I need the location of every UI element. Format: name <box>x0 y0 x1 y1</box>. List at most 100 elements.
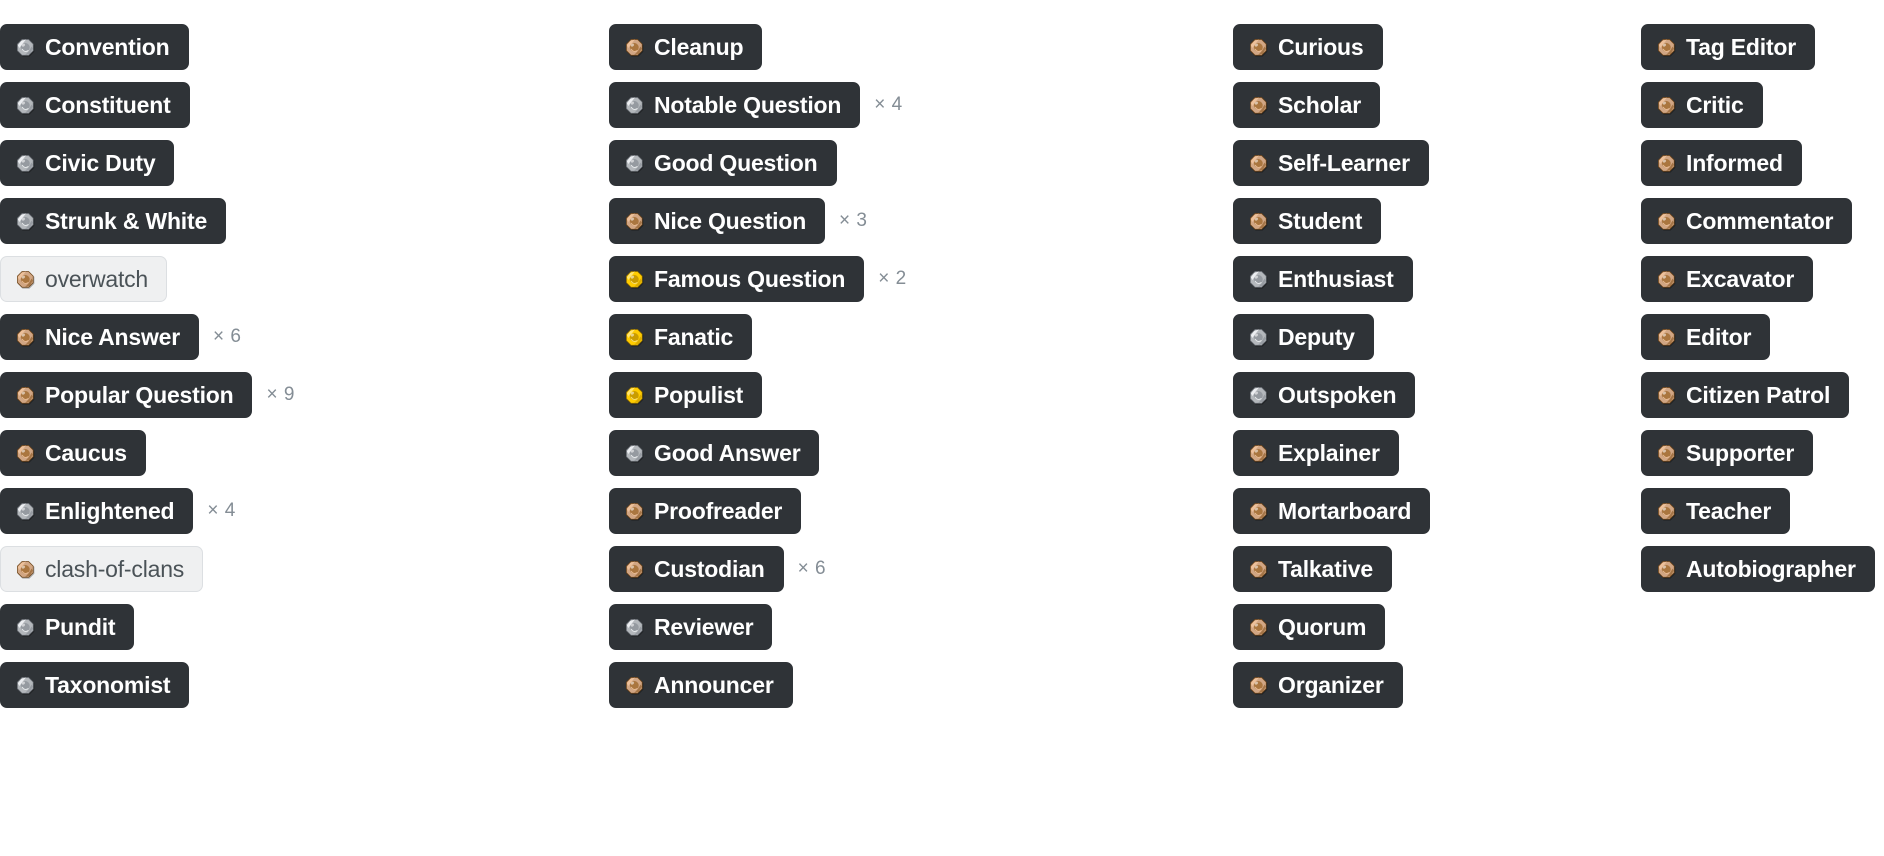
silver-medal-icon <box>624 617 645 638</box>
badge-label: Famous Question <box>654 265 846 292</box>
badge-reviewer[interactable]: Reviewer <box>609 604 773 650</box>
badge-clash-of-clans[interactable]: clash-of-clans <box>0 546 204 592</box>
badge-tag-editor[interactable]: Tag Editor <box>1641 24 1816 70</box>
bronze-medal-icon <box>1656 211 1677 232</box>
badge-good-answer[interactable]: Good Answer <box>609 430 820 476</box>
bronze-medal-icon <box>1248 95 1269 116</box>
badge-row: Caucus <box>0 430 295 476</box>
badge-informed[interactable]: Informed <box>1641 140 1802 186</box>
bronze-medal-icon <box>1248 153 1269 174</box>
badge-row: Good Question <box>609 140 907 186</box>
column-1: Convention Constituent Civic Duty Strunk & … <box>0 24 295 708</box>
badge-nice-question[interactable]: Nice Question <box>609 198 826 244</box>
badge-label: Critic <box>1686 91 1744 118</box>
badge-caucus[interactable]: Caucus <box>0 430 146 476</box>
badge-label: Excavator <box>1686 265 1795 292</box>
silver-medal-icon <box>1248 385 1269 406</box>
badge-mortarboard[interactable]: Mortarboard <box>1233 488 1431 534</box>
badge-constituent[interactable]: Constituent <box>0 82 190 128</box>
badge-populist[interactable]: Populist <box>609 372 763 418</box>
badge-row: Populist <box>609 372 907 418</box>
badge-row: Nice Answer × 6 <box>0 314 295 360</box>
badge-student[interactable]: Student <box>1233 198 1382 244</box>
badge-row: Taxonomist <box>0 662 295 708</box>
badge-outspoken[interactable]: Outspoken <box>1233 372 1416 418</box>
badge-row: Announcer <box>609 662 907 708</box>
badge-label: Quorum <box>1278 613 1367 640</box>
badge-talkative[interactable]: Talkative <box>1233 546 1392 592</box>
badge-label: Announcer <box>654 671 774 698</box>
badge-deputy[interactable]: Deputy <box>1233 314 1374 360</box>
badge-strunk-white[interactable]: Strunk & White <box>0 198 227 244</box>
badge-row: Good Answer <box>609 430 907 476</box>
badge-label: Nice Question <box>654 207 807 234</box>
badge-self-learner[interactable]: Self-Learner <box>1233 140 1429 186</box>
badge-label: Popular Question <box>45 381 234 408</box>
badge-count-multiplier: × 9 <box>266 384 295 405</box>
badge-row: Strunk & White <box>0 198 295 244</box>
badge-curious[interactable]: Curious <box>1233 24 1383 70</box>
badge-civic-duty[interactable]: Civic Duty <box>0 140 175 186</box>
bronze-medal-icon <box>15 385 36 406</box>
badge-row: Proofreader <box>609 488 907 534</box>
badge-announcer[interactable]: Announcer <box>609 662 793 708</box>
badge-notable-question[interactable]: Notable Question <box>609 82 861 128</box>
badge-explainer[interactable]: Explainer <box>1233 430 1399 476</box>
badge-pundit[interactable]: Pundit <box>0 604 135 650</box>
badge-nice-answer[interactable]: Nice Answer <box>0 314 200 360</box>
silver-medal-icon <box>15 211 36 232</box>
badge-row: Popular Question × 9 <box>0 372 295 418</box>
bronze-medal-icon <box>1656 501 1677 522</box>
silver-medal-icon <box>15 501 36 522</box>
badge-convention[interactable]: Convention <box>0 24 189 70</box>
badge-proofreader[interactable]: Proofreader <box>609 488 802 534</box>
badge-count-multiplier: × 2 <box>878 268 907 289</box>
badge-label: Nice Answer <box>45 323 181 350</box>
silver-medal-icon <box>1248 327 1269 348</box>
badge-good-question[interactable]: Good Question <box>609 140 837 186</box>
badge-excavator[interactable]: Excavator <box>1641 256 1814 302</box>
badge-row: Convention <box>0 24 295 70</box>
badge-label: Scholar <box>1278 91 1361 118</box>
badge-overwatch[interactable]: overwatch <box>0 256 168 302</box>
bronze-medal-icon <box>1248 501 1269 522</box>
badge-taxonomist[interactable]: Taxonomist <box>0 662 190 708</box>
badge-cleanup[interactable]: Cleanup <box>609 24 763 70</box>
badge-citizen-patrol[interactable]: Citizen Patrol <box>1641 372 1850 418</box>
badge-label: Good Answer <box>654 439 801 466</box>
badge-organizer[interactable]: Organizer <box>1233 662 1403 708</box>
badge-enlightened[interactable]: Enlightened <box>0 488 194 534</box>
bronze-medal-icon <box>1248 559 1269 580</box>
badge-autobiographer[interactable]: Autobiographer <box>1641 546 1875 592</box>
silver-medal-icon <box>624 153 645 174</box>
badge-quorum[interactable]: Quorum <box>1233 604 1386 650</box>
badge-popular-question[interactable]: Popular Question <box>0 372 253 418</box>
badge-label: Explainer <box>1278 439 1380 466</box>
bronze-medal-icon <box>1656 327 1677 348</box>
badge-label: Supporter <box>1686 439 1795 466</box>
badge-commentator[interactable]: Commentator <box>1641 198 1853 244</box>
badge-row: Autobiographer <box>1641 546 1875 592</box>
badge-enthusiast[interactable]: Enthusiast <box>1233 256 1413 302</box>
gold-medal-icon <box>624 269 645 290</box>
bronze-medal-icon <box>1656 95 1677 116</box>
badge-famous-question[interactable]: Famous Question <box>609 256 865 302</box>
bronze-medal-icon <box>1656 37 1677 58</box>
badge-teacher[interactable]: Teacher <box>1641 488 1791 534</box>
badge-count-multiplier: × 6 <box>213 326 242 347</box>
badge-label: Fanatic <box>654 323 734 350</box>
badge-supporter[interactable]: Supporter <box>1641 430 1814 476</box>
bronze-medal-icon <box>624 211 645 232</box>
badge-label: Commentator <box>1686 207 1834 234</box>
badge-custodian[interactable]: Custodian <box>609 546 784 592</box>
silver-medal-icon <box>15 95 36 116</box>
badge-row: overwatch <box>0 256 295 302</box>
badge-fanatic[interactable]: Fanatic <box>609 314 753 360</box>
column-2: Cleanup Notable Question × 4 Good Question N… <box>609 24 907 708</box>
badge-row: Tag Editor <box>1641 24 1875 70</box>
badge-scholar[interactable]: Scholar <box>1233 82 1380 128</box>
badge-critic[interactable]: Critic <box>1641 82 1763 128</box>
bronze-medal-icon <box>624 37 645 58</box>
silver-medal-icon <box>15 37 36 58</box>
badge-editor[interactable]: Editor <box>1641 314 1771 360</box>
